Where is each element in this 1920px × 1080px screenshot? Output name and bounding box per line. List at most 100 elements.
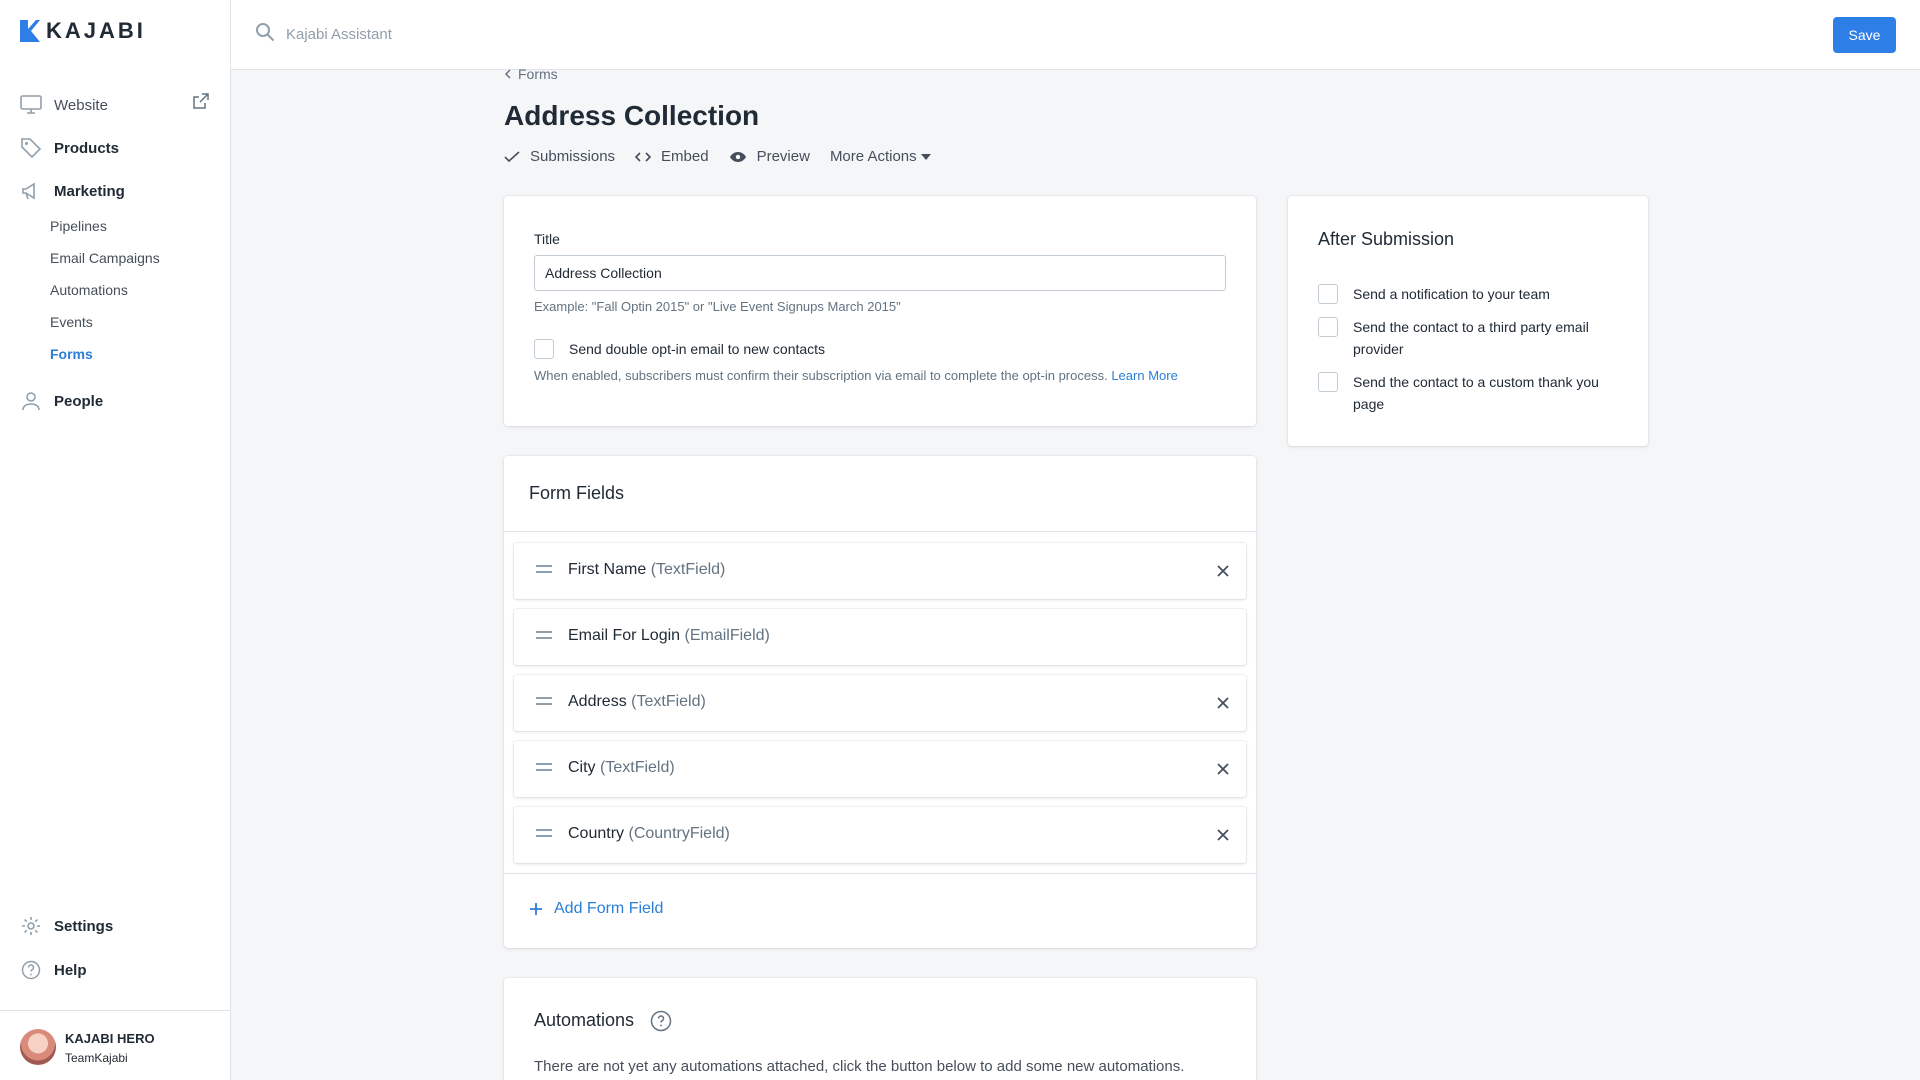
divider — [504, 531, 1256, 532]
form-field-row[interactable]: Address (TextField) — [514, 675, 1246, 731]
breadcrumb[interactable]: Forms — [504, 66, 558, 82]
sidebar-item-settings[interactable]: Settings — [20, 915, 113, 937]
sidebar-subitem-events[interactable]: Events — [50, 314, 93, 330]
logo-text: KAJABI — [46, 18, 146, 43]
drag-handle-icon[interactable] — [536, 697, 552, 707]
more-actions-dropdown[interactable]: More Actions — [830, 148, 931, 165]
remove-field-icon[interactable] — [1214, 694, 1232, 712]
field-label: City (TextField) — [568, 759, 675, 777]
double-optin-label: Send double opt-in email to new contacts — [569, 341, 826, 357]
drag-handle-icon[interactable] — [536, 565, 552, 575]
code-icon — [635, 151, 652, 162]
field-type: (CountryField) — [628, 825, 730, 842]
user-team: TeamKajabi — [65, 1051, 128, 1065]
title-help-text: Example: "Fall Optin 2015" or "Live Even… — [534, 299, 901, 314]
notify-team-checkbox[interactable] — [1318, 284, 1338, 304]
form-field-row[interactable]: Email For Login (EmailField) — [514, 609, 1246, 665]
breadcrumb-label: Forms — [518, 66, 558, 82]
megaphone-icon — [20, 180, 42, 202]
field-label: First Name (TextField) — [568, 561, 725, 579]
avatar — [20, 1029, 56, 1065]
action-label: More Actions — [829, 148, 917, 165]
field-type: (EmailField) — [684, 627, 770, 644]
field-type: (TextField) — [600, 759, 675, 776]
divider — [504, 873, 1256, 874]
sidebar-subitem-automations[interactable]: Automations — [50, 282, 128, 298]
tag-icon — [20, 137, 42, 159]
sidebar-item-label: Products — [54, 139, 120, 157]
drag-handle-icon[interactable] — [536, 829, 552, 839]
search-icon — [255, 22, 275, 47]
form-field-row[interactable]: City (TextField) — [514, 741, 1246, 797]
action-label: Embed — [661, 148, 709, 165]
topbar: Save — [231, 0, 1920, 70]
page-actions: Submissions Embed Preview More Actions — [504, 148, 951, 165]
action-label: Submissions — [530, 148, 616, 165]
field-name: City — [568, 759, 596, 776]
add-form-field-label: Add Form Field — [554, 900, 664, 917]
sidebar-subitem-email-campaigns[interactable]: Email Campaigns — [50, 250, 160, 266]
kajabi-logo[interactable]: KAJABI — [20, 18, 146, 44]
automations-heading: Automations — [534, 1010, 635, 1030]
double-optin-checkbox[interactable] — [534, 339, 554, 359]
sidebar-subitem-forms[interactable]: Forms — [50, 346, 93, 362]
field-type: (TextField) — [631, 693, 706, 710]
third-party-checkbox[interactable] — [1318, 317, 1338, 337]
sidebar-item-people[interactable]: People — [20, 390, 103, 412]
title-label: Title — [534, 231, 560, 247]
action-label: Preview — [756, 148, 810, 165]
user-name: KAJABI HERO — [65, 1031, 155, 1046]
check-icon — [504, 150, 520, 162]
person-icon — [20, 390, 42, 412]
third-party-label: Send the contact to a third party email … — [1353, 319, 1589, 357]
chevron-left-icon — [504, 69, 511, 79]
page-title: Address Collection — [504, 100, 760, 131]
sidebar-item-website[interactable]: Website — [20, 94, 108, 116]
sidebar-subitem-pipelines[interactable]: Pipelines — [50, 218, 107, 234]
question-icon — [20, 959, 42, 981]
remove-field-icon[interactable] — [1214, 562, 1232, 580]
search-input[interactable] — [286, 22, 686, 46]
embed-action[interactable]: Embed — [635, 148, 709, 165]
help-circle-icon[interactable] — [650, 1010, 672, 1037]
learn-more-link[interactable]: Learn More — [1111, 368, 1177, 383]
field-name: First Name — [568, 561, 647, 578]
drag-handle-icon[interactable] — [536, 763, 552, 773]
sidebar-item-help[interactable]: Help — [20, 959, 87, 981]
remove-field-icon[interactable] — [1214, 760, 1232, 778]
thank-you-page-label: Send the contact to a custom thank you p… — [1353, 374, 1599, 412]
notify-team-label: Send a notification to your team — [1353, 286, 1550, 302]
field-type: (TextField) — [650, 561, 726, 578]
preview-action[interactable]: Preview — [729, 148, 810, 165]
automations-empty-text: There are not yet any automations attach… — [534, 1058, 1185, 1075]
kajabi-logo-icon — [20, 20, 40, 42]
sidebar-item-label: People — [54, 392, 104, 410]
eye-icon — [729, 151, 746, 162]
save-button[interactable]: Save — [1833, 17, 1896, 53]
form-field-row[interactable]: Country (CountryField) — [514, 807, 1246, 863]
drag-handle-icon[interactable] — [536, 631, 552, 641]
title-input[interactable] — [534, 255, 1226, 291]
user-account[interactable]: KAJABI HERO TeamKajabi — [0, 1010, 230, 1080]
form-field-row[interactable]: First Name (TextField) — [514, 543, 1246, 599]
add-form-field-button[interactable]: Add Form Field — [530, 900, 663, 918]
field-name: Address — [568, 693, 627, 710]
gear-icon — [20, 915, 42, 937]
form-fields-heading: Form Fields — [529, 483, 625, 503]
field-name: Country — [568, 825, 625, 842]
plus-icon — [530, 903, 542, 915]
submissions-action[interactable]: Submissions — [504, 148, 615, 165]
double-optin-help-text: When enabled, subscribers must confirm t… — [534, 368, 1108, 383]
thank-you-page-checkbox[interactable] — [1318, 372, 1338, 392]
field-label: Address (TextField) — [568, 693, 706, 711]
after-submission-heading: After Submission — [1318, 229, 1455, 249]
field-name: Email For Login — [568, 627, 681, 644]
caret-down-icon — [920, 153, 931, 160]
remove-field-icon[interactable] — [1214, 826, 1232, 844]
field-label: Country (CountryField) — [568, 825, 730, 843]
sidebar-item-label: Website — [54, 96, 108, 114]
sidebar-item-marketing[interactable]: Marketing — [20, 180, 125, 202]
external-link-icon[interactable] — [193, 93, 209, 114]
field-label: Email For Login (EmailField) — [568, 627, 770, 645]
sidebar-item-products[interactable]: Products — [20, 137, 119, 159]
